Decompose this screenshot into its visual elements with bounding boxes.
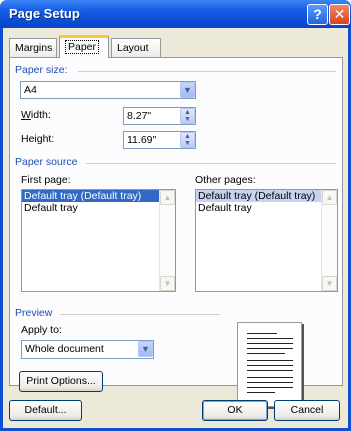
other-pages-scrollbar[interactable]: ▲ ▼ [321, 190, 337, 291]
preview-line [247, 392, 275, 393]
height-label: Height: [21, 133, 54, 145]
paper-size-select[interactable]: A4 [20, 81, 196, 99]
apply-to-label: Apply to: [21, 324, 62, 336]
scroll-down-icon[interactable]: ▼ [160, 276, 175, 291]
first-page-scrollbar[interactable]: ▲ ▼ [159, 190, 175, 291]
ok-button[interactable]: OK [202, 400, 268, 421]
height-value: 11.69" [127, 134, 157, 146]
first-page-label: First page: [21, 174, 71, 186]
preview-line [247, 343, 293, 344]
dialog-body: Margins Paper Layout Paper size: A4 ▼ Wi… [3, 28, 348, 428]
tab-paper[interactable]: Paper [59, 35, 109, 58]
scroll-up-icon[interactable]: ▲ [322, 190, 337, 205]
preview-line [247, 348, 293, 349]
height-label-text: Height: [21, 133, 55, 145]
first-page-listbox[interactable]: Default tray (Default tray) Default tray… [21, 189, 176, 292]
tab-margins-label: Margins [15, 42, 53, 54]
paper-source-group-label: Paper source [15, 156, 78, 168]
tab-paper-label: Paper [65, 40, 100, 54]
page-setup-dialog: Page Setup ? ✕ Margins Paper Layout Pape… [0, 0, 351, 431]
apply-to-value: Whole document [25, 343, 104, 355]
list-item[interactable]: Default tray (Default tray) [22, 190, 175, 202]
apply-to-select[interactable]: Whole document [21, 340, 154, 359]
page-preview [237, 322, 302, 407]
window-title: Page Setup [9, 6, 80, 21]
preview-line [247, 382, 293, 383]
width-spinner[interactable]: ▲ ▼ [180, 108, 195, 124]
preview-group-label: Preview [15, 307, 53, 319]
list-item[interactable]: Default tray [196, 202, 337, 214]
tab-margins[interactable]: Margins [9, 38, 57, 57]
preview-divider [60, 314, 220, 315]
scroll-down-icon[interactable]: ▼ [322, 276, 337, 291]
preview-line [247, 387, 293, 388]
width-value: 8.27" [127, 110, 152, 122]
preview-line [247, 370, 293, 371]
list-item[interactable]: Default tray (Default tray) [196, 190, 337, 202]
tab-layout-label: Layout [117, 42, 149, 54]
height-spinner[interactable]: ▲ ▼ [180, 132, 195, 148]
cancel-button[interactable]: Cancel [274, 400, 340, 421]
other-pages-label: Other pages: [195, 174, 256, 186]
help-button[interactable]: ? [307, 4, 328, 25]
width-label-text: idth: [30, 109, 51, 121]
print-options-button[interactable]: Print Options... [19, 371, 103, 392]
paper-size-value: A4 [24, 84, 37, 96]
preview-line [247, 338, 293, 339]
chevron-down-icon[interactable]: ▼ [180, 82, 195, 98]
preview-line [247, 353, 285, 354]
tab-layout[interactable]: Layout [111, 38, 161, 57]
paper-source-divider [86, 163, 336, 164]
preview-line [247, 360, 293, 361]
preview-line [247, 377, 293, 378]
list-item[interactable]: Default tray [22, 202, 175, 214]
preview-line [247, 365, 293, 366]
preview-line [247, 333, 277, 334]
paper-tab-panel: Paper size: A4 ▼ Width: 8.27" ▲ ▼ Height:… [9, 57, 343, 407]
default-button[interactable]: Default... [9, 400, 82, 421]
other-pages-listbox[interactable]: Default tray (Default tray) Default tray… [195, 189, 338, 292]
title-bar[interactable]: Page Setup ? ✕ [0, 0, 351, 28]
width-label: Width: [21, 109, 51, 121]
chevron-down-icon[interactable]: ▼ [138, 341, 153, 357]
close-button[interactable]: ✕ [329, 4, 350, 25]
scroll-up-icon[interactable]: ▲ [160, 190, 175, 205]
paper-size-group-label: Paper size: [15, 64, 68, 76]
paper-size-divider [78, 71, 336, 72]
